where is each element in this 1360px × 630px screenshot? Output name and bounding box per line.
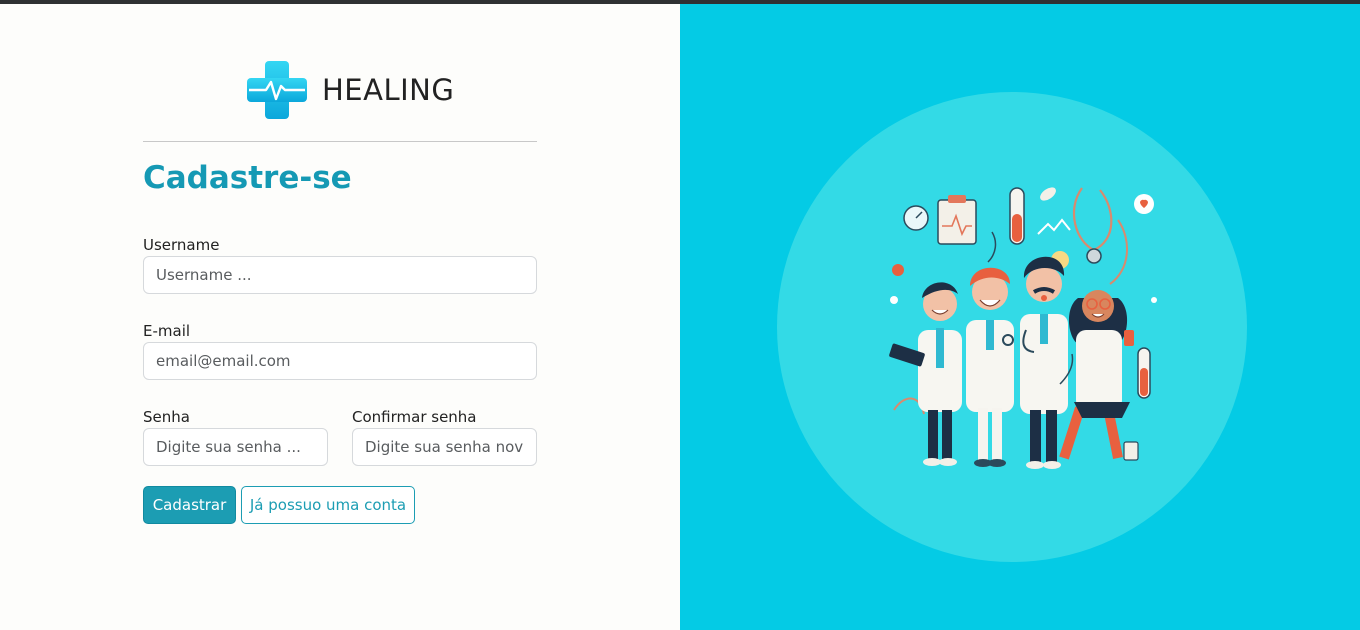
password-label: Senha bbox=[143, 408, 190, 426]
register-button[interactable]: Cadastrar bbox=[143, 486, 236, 524]
brand-name: HEALING bbox=[322, 73, 455, 107]
brand-logo: HEALING bbox=[246, 57, 454, 123]
page-title: Cadastre-se bbox=[143, 160, 352, 196]
password-input[interactable] bbox=[143, 428, 328, 466]
username-label: Username bbox=[143, 236, 220, 254]
group-of-doctors-illustration bbox=[889, 187, 1157, 469]
existing-account-button[interactable]: Já possuo uma conta bbox=[241, 486, 415, 524]
email-label: E-mail bbox=[143, 322, 191, 340]
illustration-panel bbox=[680, 4, 1360, 630]
medical-cross-heartbeat-icon bbox=[247, 61, 307, 119]
email-input[interactable] bbox=[143, 342, 537, 380]
header-divider bbox=[143, 141, 537, 142]
confirm-password-input[interactable] bbox=[352, 428, 537, 466]
confirm-password-label: Confirmar senha bbox=[352, 408, 477, 426]
username-input[interactable] bbox=[143, 256, 537, 294]
